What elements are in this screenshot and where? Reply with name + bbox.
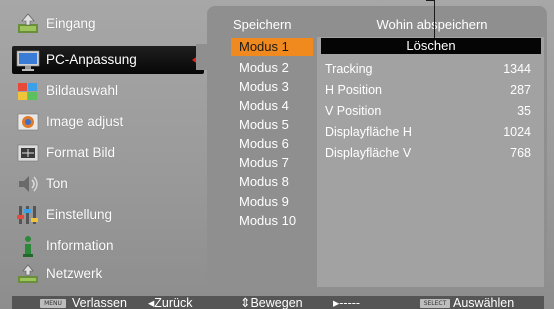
menu-item-label: Format Bild — [46, 145, 116, 160]
setting-icon — [16, 203, 40, 227]
menu-item-format-bild[interactable]: Format Bild — [8, 139, 208, 167]
mode-item[interactable]: Modus 2 — [231, 59, 313, 77]
menu-item-ton[interactable]: Ton — [8, 170, 208, 198]
mode-item[interactable]: Modus 8 — [231, 173, 313, 191]
delete-button[interactable]: Löschen — [321, 38, 541, 54]
param-name: V Position — [325, 104, 382, 118]
param-row-v-position: V Position 35 — [321, 101, 541, 121]
submenu-title: Speichern — [233, 17, 292, 32]
menu-item-einstellung[interactable]: Einstellung — [8, 201, 208, 229]
pc-adjust-icon — [16, 48, 40, 72]
param-name: Displayfläche V — [325, 146, 412, 160]
hint-select: Auswählen — [453, 296, 515, 309]
select-key-badge: SELECT — [420, 299, 450, 308]
menu-item-label: Netzwerk — [46, 266, 103, 281]
menu-item-label: PC-Anpassung — [46, 52, 137, 67]
param-row-displayflaeche-v: Displayfläche V 768 — [321, 143, 541, 163]
osd-menu-screen: Eingang PC-Anpassung Bildauswahl Image a… — [0, 0, 554, 309]
image-adjust-icon — [16, 110, 40, 134]
menu-item-label: Information — [46, 238, 114, 253]
hint-back: ◂Zurück — [148, 296, 193, 309]
menu-item-label: Ton — [46, 176, 68, 191]
param-value: 35 — [517, 104, 531, 118]
mode-item[interactable]: Modus 3 — [231, 78, 313, 96]
mode-item[interactable]: Modus 10 — [231, 212, 313, 230]
mode-item[interactable]: Modus 5 — [231, 116, 313, 134]
main-menu: Eingang PC-Anpassung Bildauswahl Image a… — [8, 8, 208, 288]
menu-item-eingang[interactable]: Eingang — [8, 10, 208, 38]
menu-item-label: Image adjust — [46, 114, 124, 129]
param-value: 1344 — [503, 62, 531, 76]
hint-next: ▸----- — [333, 296, 361, 309]
mode-item[interactable]: Modus 4 — [231, 97, 313, 115]
input-icon — [16, 12, 40, 36]
information-icon — [16, 234, 40, 258]
param-row-h-position: H Position 287 — [321, 80, 541, 100]
hint-move: ⇕Bewegen — [240, 296, 303, 309]
sound-icon — [16, 172, 40, 196]
menu-item-label: Einstellung — [46, 207, 113, 222]
menu-item-image-adjust[interactable]: Image adjust — [8, 108, 208, 136]
menu-item-label: Eingang — [46, 16, 96, 31]
param-value: 768 — [510, 146, 531, 160]
mode-item[interactable]: Modus 9 — [231, 193, 313, 211]
menu-key-badge: MENU — [40, 299, 66, 308]
param-name: H Position — [325, 83, 382, 97]
mode-item[interactable]: Modus 1 — [231, 38, 313, 56]
mode-item[interactable]: Modus 6 — [231, 135, 313, 153]
menu-item-bildauswahl[interactable]: Bildauswahl — [8, 77, 208, 105]
screen-format-icon — [16, 141, 40, 165]
param-value: 287 — [510, 83, 531, 97]
target-title: Wohin abspeichern — [376, 17, 488, 32]
param-name: Displayfläche H — [325, 125, 412, 139]
hint-exit: Verlassen — [72, 296, 127, 309]
menu-item-netzwerk[interactable]: Netzwerk — [8, 260, 208, 288]
menu-item-information[interactable]: Information — [8, 232, 208, 260]
menu-item-label: Bildauswahl — [46, 83, 119, 98]
param-row-displayflaeche-h: Displayfläche H 1024 — [321, 122, 541, 142]
mode-item[interactable]: Modus 7 — [231, 154, 313, 172]
image-select-icon — [16, 79, 40, 103]
param-row-tracking: Tracking 1344 — [321, 59, 541, 79]
param-name: Tracking — [325, 62, 373, 76]
network-icon — [16, 262, 40, 286]
param-value: 1024 — [503, 125, 531, 139]
menu-item-pc-anpassung[interactable]: PC-Anpassung — [12, 46, 204, 74]
